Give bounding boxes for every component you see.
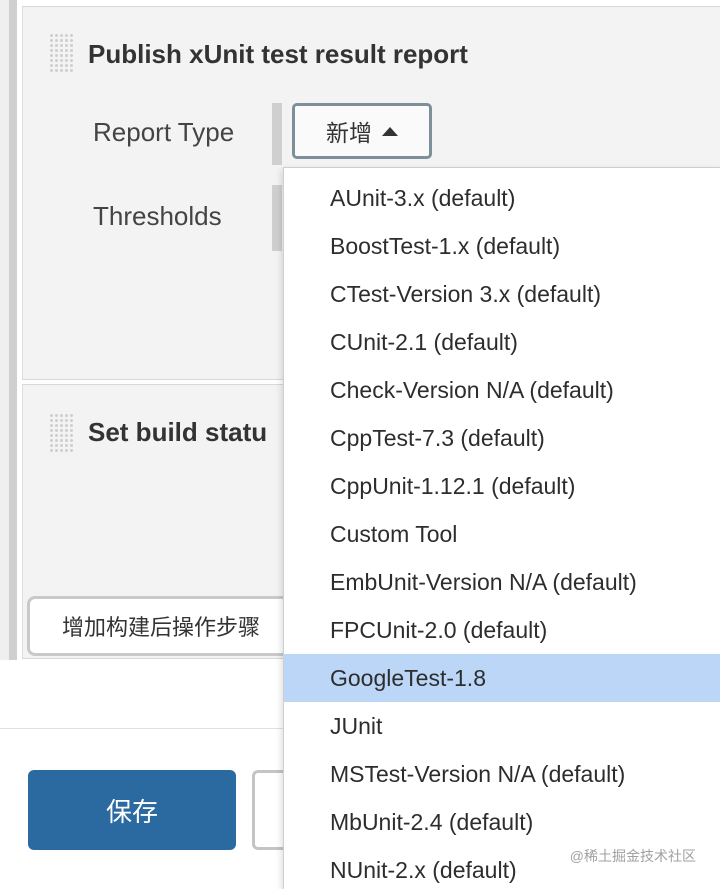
dropdown-item[interactable]: MbUnit-2.4 (default) — [284, 798, 720, 846]
drag-handle-icon[interactable] — [49, 33, 73, 73]
field-separator — [272, 103, 282, 165]
dropdown-item[interactable]: CppUnit-1.12.1 (default) — [284, 462, 720, 510]
dropdown-item[interactable]: AUnit-3.x (default) — [284, 174, 720, 222]
report-type-label: Report Type — [93, 117, 235, 147]
add-post-build-step-button[interactable]: 增加构建后操作步骤 — [27, 596, 317, 656]
section-title: Set build statu — [88, 417, 268, 447]
report-type-add-label: 新增 — [326, 120, 372, 146]
left-rail — [0, 0, 9, 660]
dropdown-item[interactable]: MSTest-Version N/A (default) — [284, 750, 720, 798]
dropdown-item[interactable]: EmbUnit-Version N/A (default) — [284, 558, 720, 606]
watermark: @稀土掘金技术社区 — [569, 848, 696, 864]
save-button[interactable]: 保存 — [28, 770, 236, 850]
report-type-dropdown: AUnit-3.x (default) BoostTest-1.x (defau… — [283, 167, 720, 889]
drag-handle-icon[interactable] — [49, 413, 73, 453]
dropdown-item[interactable]: BoostTest-1.x (default) — [284, 222, 720, 270]
dropdown-item[interactable]: JUnit — [284, 702, 720, 750]
dropdown-item[interactable]: FPCUnit-2.0 (default) — [284, 606, 720, 654]
dropdown-item[interactable]: CUnit-2.1 (default) — [284, 318, 720, 366]
caret-up-icon — [382, 126, 398, 136]
dropdown-item[interactable]: Custom Tool — [284, 510, 720, 558]
field-separator — [272, 185, 282, 251]
rail-strip — [9, 0, 17, 660]
dropdown-item[interactable]: CTest-Version 3.x (default) — [284, 270, 720, 318]
section-title: Publish xUnit test result report — [88, 39, 468, 69]
thresholds-label: Thresholds — [93, 201, 222, 231]
dropdown-item[interactable]: CppTest-7.3 (default) — [284, 414, 720, 462]
dropdown-item[interactable]: Check-Version N/A (default) — [284, 366, 720, 414]
report-type-add-button[interactable]: 新增 — [292, 103, 432, 159]
dropdown-item-selected[interactable]: GoogleTest-1.8 — [284, 654, 720, 702]
